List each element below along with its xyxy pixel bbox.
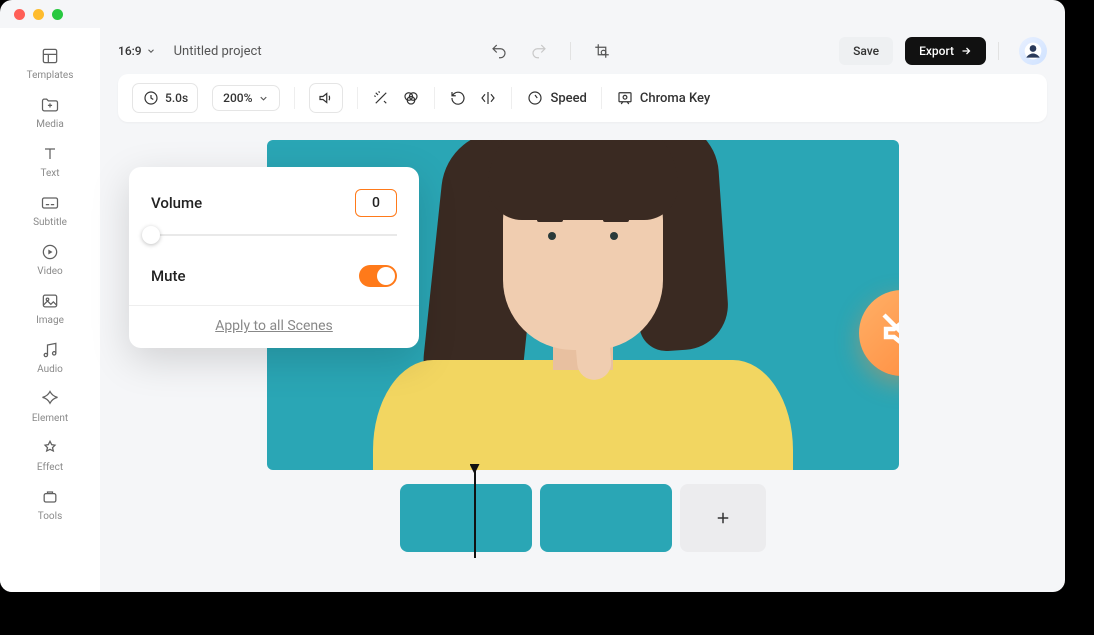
window-titlebar — [0, 0, 1065, 28]
timeline-scene[interactable] — [400, 484, 532, 552]
export-label: Export — [919, 44, 954, 58]
project-title[interactable]: Untitled project — [174, 44, 262, 59]
mute-indicator-badge — [859, 290, 899, 376]
sidebar-item-label: Audio — [37, 364, 63, 375]
crop-button[interactable] — [593, 42, 611, 60]
separator — [511, 87, 512, 109]
export-button[interactable]: Export — [905, 37, 986, 65]
effect-icon — [40, 438, 60, 458]
volume-popover: Volume 0 Mute Apply to all Scenes — [129, 167, 419, 348]
element-icon — [40, 389, 60, 409]
chroma-key-icon — [616, 89, 634, 107]
image-icon — [40, 291, 60, 311]
content-area: Templates Media Text Subtitle Video Imag… — [0, 28, 1065, 592]
apply-all-scenes-link[interactable]: Apply to all Scenes — [151, 318, 397, 334]
redo-button[interactable] — [530, 42, 548, 60]
divider — [998, 42, 999, 60]
zoom-value: 200% — [223, 91, 252, 105]
sidebar-item-label: Subtitle — [33, 217, 67, 228]
separator — [129, 305, 419, 306]
context-toolbar: 5.0s 200% — [118, 74, 1047, 122]
chevron-down-icon — [258, 93, 269, 104]
mute-toggle[interactable] — [359, 265, 397, 287]
chroma-key-label: Chroma Key — [640, 91, 710, 106]
speed-label: Speed — [550, 91, 586, 106]
aspect-ratio-selector[interactable]: 16:9 — [118, 44, 156, 58]
mute-label: Mute — [151, 267, 186, 285]
window-zoom-button[interactable] — [52, 9, 63, 20]
clock-icon — [142, 89, 160, 107]
chroma-key-button[interactable]: Chroma Key — [616, 89, 710, 107]
separator — [357, 87, 358, 109]
volume-label: Volume — [151, 194, 202, 212]
separator — [434, 87, 435, 109]
tools-icon — [40, 487, 60, 507]
sidebar-item-label: Templates — [27, 70, 74, 81]
magic-button[interactable] — [372, 89, 390, 107]
undo-button[interactable] — [490, 42, 508, 60]
save-button[interactable]: Save — [839, 37, 893, 65]
separator — [601, 87, 602, 109]
speed-button[interactable]: Speed — [526, 89, 586, 107]
timeline-scene[interactable] — [540, 484, 672, 552]
sidebar-item-subtitle[interactable]: Subtitle — [33, 193, 67, 228]
sidebar-item-effect[interactable]: Effect — [37, 438, 63, 473]
canvas-area: Volume 0 Mute Apply to all Scenes — [100, 122, 1065, 592]
text-icon — [40, 144, 60, 164]
flip-button[interactable] — [479, 89, 497, 107]
avatar-icon — [1023, 41, 1043, 61]
volume-value-input[interactable]: 0 — [355, 189, 397, 217]
sidebar-item-video[interactable]: Video — [37, 242, 62, 277]
templates-icon — [40, 46, 60, 66]
sidebar-item-label: Text — [40, 168, 59, 179]
speed-icon — [526, 89, 544, 107]
sidebar-item-media[interactable]: Media — [36, 95, 64, 130]
sidebar-item-templates[interactable]: Templates — [27, 46, 74, 81]
duration-control[interactable]: 5.0s — [132, 83, 198, 113]
speaker-muted-icon — [878, 309, 899, 357]
sidebar-item-element[interactable]: Element — [32, 389, 68, 424]
window-minimize-button[interactable] — [33, 9, 44, 20]
sidebar-item-text[interactable]: Text — [40, 144, 60, 179]
app-window: Templates Media Text Subtitle Video Imag… — [0, 0, 1065, 592]
chevron-down-icon — [146, 46, 156, 56]
window-close-button[interactable] — [14, 9, 25, 20]
separator — [294, 87, 295, 109]
aspect-ratio-value: 16:9 — [118, 44, 142, 58]
left-sidebar: Templates Media Text Subtitle Video Imag… — [0, 28, 100, 592]
audio-icon — [40, 340, 60, 360]
user-avatar[interactable] — [1019, 37, 1047, 65]
volume-slider[interactable] — [151, 223, 397, 247]
sidebar-item-label: Image — [36, 315, 64, 326]
volume-button[interactable] — [309, 83, 343, 113]
slider-track — [151, 234, 397, 236]
plus-icon — [714, 509, 732, 527]
media-icon — [40, 95, 60, 115]
sidebar-item-audio[interactable]: Audio — [37, 340, 63, 375]
timeline-playhead[interactable] — [474, 466, 476, 558]
sidebar-item-label: Tools — [38, 511, 62, 522]
add-scene-button[interactable] — [680, 484, 766, 552]
sidebar-item-label: Effect — [37, 462, 63, 473]
video-icon — [40, 242, 60, 262]
rotate-button[interactable] — [449, 89, 467, 107]
subtitle-icon — [40, 193, 60, 213]
slider-thumb[interactable] — [142, 226, 160, 244]
sidebar-item-label: Video — [37, 266, 62, 277]
speaker-icon — [317, 89, 335, 107]
timeline — [400, 484, 766, 552]
zoom-selector[interactable]: 200% — [212, 85, 280, 111]
topbar: 16:9 Untitled project Save Export — [100, 28, 1065, 74]
divider — [570, 42, 571, 60]
main-area: 16:9 Untitled project Save Export — [100, 28, 1065, 592]
sidebar-item-image[interactable]: Image — [36, 291, 64, 326]
filter-button[interactable] — [402, 89, 420, 107]
sidebar-item-label: Media — [36, 119, 64, 130]
duration-value: 5.0s — [165, 91, 188, 105]
sidebar-item-label: Element — [32, 413, 68, 424]
sidebar-item-tools[interactable]: Tools — [38, 487, 62, 522]
arrow-right-icon — [960, 45, 972, 57]
